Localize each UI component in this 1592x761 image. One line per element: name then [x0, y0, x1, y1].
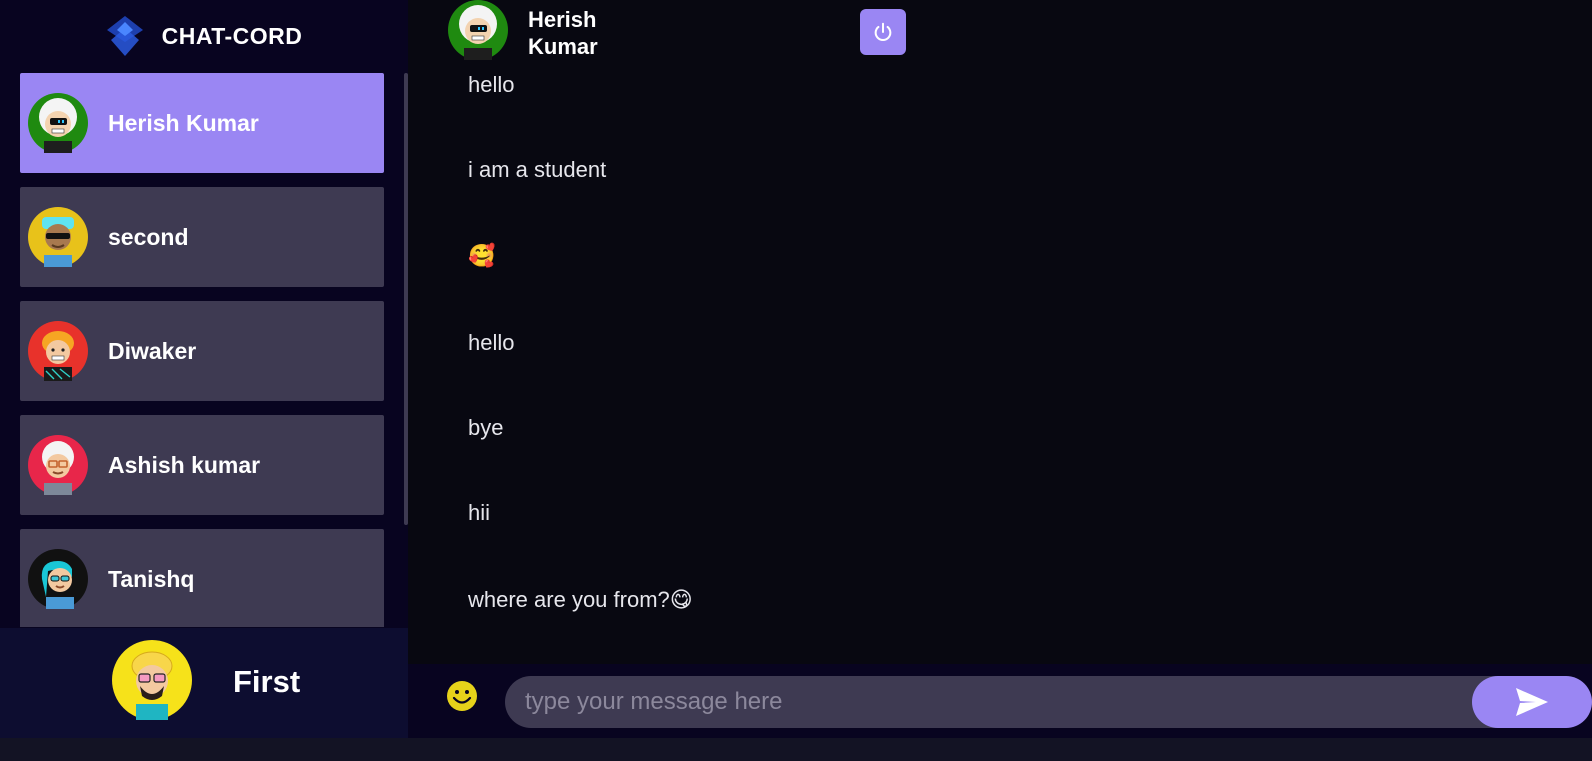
avatar-white-hair-visor-icon: [28, 93, 88, 153]
logout-button[interactable]: [860, 9, 906, 55]
send-arrow-icon: [1516, 688, 1548, 716]
message-text: hii: [468, 500, 491, 525]
smiley-icon[interactable]: [446, 680, 478, 712]
contact-item-tanishq[interactable]: Tanishq: [20, 529, 384, 627]
contact-item-diwaker[interactable]: Diwaker: [20, 301, 384, 401]
chat-container: Herish Kumar hello i am a student 🥰 hell…: [408, 0, 1592, 738]
diamond-logo-icon: [106, 16, 143, 56]
current-user-name: First: [233, 664, 301, 699]
current-user-panel: First: [0, 628, 408, 738]
bottom-strip: [0, 738, 1592, 761]
brand-name: CHAT-CORD: [161, 22, 303, 49]
contact-name: Tanishq: [108, 565, 195, 592]
chat-app: CHAT-CORD Herish Kumar second Diwaker As…: [0, 0, 1592, 738]
message-text: hello: [468, 72, 515, 97]
contact-item-herish-kumar[interactable]: Herish Kumar: [20, 73, 384, 173]
message-text: where are you from?😋: [468, 587, 693, 612]
message-text: i am a student: [468, 157, 607, 182]
contact-name: Diwaker: [108, 337, 197, 364]
avatar-sunglasses-cyan-hat-icon: [28, 207, 88, 267]
message-text: hello: [468, 330, 515, 355]
message-input[interactable]: [505, 676, 1580, 728]
contact-item-second[interactable]: second: [20, 187, 384, 287]
sidebar: CHAT-CORD Herish Kumar second Diwaker As…: [0, 0, 408, 738]
contact-name: Herish Kumar: [108, 109, 259, 136]
contact-name: Ashish kumar: [108, 451, 261, 478]
message-text: bye: [468, 415, 504, 440]
chat-title: Herish Kumar: [528, 7, 598, 59]
message-composer: [408, 664, 1592, 738]
chat-header: Herish Kumar: [408, 0, 1592, 66]
avatar-white-hair-visor-icon: [448, 0, 508, 60]
avatar-white-hair-glasses-icon: [28, 435, 88, 495]
contact-list[interactable]: Herish Kumar second Diwaker Ashish kumar…: [20, 73, 384, 627]
avatar-orange-hair-icon: [28, 321, 88, 381]
brand: CHAT-CORD: [0, 0, 408, 72]
avatar-blond-pink-glasses-icon: [112, 640, 192, 720]
message-list[interactable]: hello i am a student 🥰 hello bye hii whe…: [408, 66, 1592, 664]
send-button[interactable]: [1472, 676, 1592, 728]
power-icon: [874, 22, 892, 41]
contact-item-ashish-kumar[interactable]: Ashish kumar: [20, 415, 384, 515]
message-text: 🥰: [468, 243, 496, 268]
contact-name: second: [108, 223, 189, 250]
avatar-teal-hair-sunglasses-icon: [28, 549, 88, 609]
